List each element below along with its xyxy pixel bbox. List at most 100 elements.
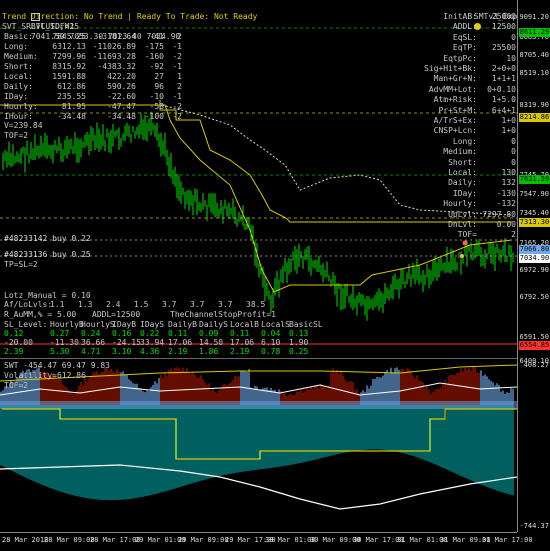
stats-cell: 81.95 — [61, 102, 86, 111]
price-tag: 7034.90 — [519, 254, 550, 263]
price-chart-pane[interactable]: BTCUSD,M15 7041.50 7053.30 7023.40 7034.… — [0, 0, 517, 359]
time-label: 31 Mar 17:00 — [482, 536, 533, 544]
stats-row: Short: 8315.92 -4383.32 -92 -1 — [4, 62, 182, 72]
panel-label: Atm+Risk: — [433, 95, 477, 105]
stats-row: Local: 1591.88 422.20 27 1 — [4, 72, 182, 82]
stats-cell: -2 — [172, 52, 182, 61]
time-label: 30 Mar 01:00 — [265, 536, 316, 544]
time-label: 30 Mar 17:00 — [353, 536, 404, 544]
panel-label: CNSP+Lcn: — [433, 126, 477, 136]
panel-label: Long: — [452, 136, 477, 146]
order-label-1[interactable]: #48233142 buy 0.22 — [4, 234, 91, 244]
price-tag: 8214.86 — [519, 113, 550, 122]
stats-cell: Basic: — [4, 32, 33, 41]
indicator-canvas[interactable] — [0, 359, 517, 532]
panel-label: Medium: — [443, 147, 477, 157]
panel-value: 6+4+1 — [491, 105, 516, 115]
stats-cell: 590.26 — [107, 82, 136, 91]
sl-cell: 2.19 — [168, 347, 188, 356]
af-lo-value: 3.7 — [190, 300, 205, 309]
panel-value: 1+0 — [501, 126, 516, 136]
panel-value: 0 — [511, 157, 516, 167]
stats-cell: -92 — [149, 62, 164, 71]
price-scale-label: 9091.20 — [519, 13, 549, 21]
stats-cell: -4383.32 — [97, 62, 136, 71]
volatility-label: Volatility=612.86 — [4, 371, 86, 380]
v-value: V=239.84 — [4, 121, 43, 130]
stats-cell: -41 — [149, 32, 164, 41]
sl-cell: 2.19 — [230, 347, 250, 356]
panel-label: Sig+Hit+Bk: — [424, 64, 477, 73]
stats-cell: 1 — [177, 72, 182, 81]
stats-cell: 8315.92 — [52, 62, 86, 71]
panel-label: EqSL: — [452, 32, 477, 42]
sl-cell: 1.86 — [199, 347, 219, 356]
af-lo-value: 3.7 — [162, 300, 177, 309]
af-lo-levels-row: Af/LoLvls:1.1 1.3 2.4 1.5 3.7 3.7 3.7 38.5 — [4, 300, 274, 310]
panel-label: Daily: — [448, 178, 477, 188]
panel-label: InitAB: — [443, 12, 477, 21]
panel-label: EqTP: — [452, 43, 477, 53]
stats-cell: 2 — [177, 82, 182, 91]
stats-cell: Local: — [4, 72, 33, 81]
panel-value: -132 — [496, 199, 516, 209]
time-label: 28 Mar 2018 — [2, 536, 49, 544]
stats-cell: -47.47 — [107, 102, 136, 111]
price-scale-label: 6792.50 — [519, 293, 549, 301]
stats-cell: 2 — [177, 32, 182, 41]
panel-label: AdvMM+Lot: — [428, 84, 477, 94]
stats-cell: 235.55 — [57, 92, 86, 101]
stats-cell: IDay: — [4, 92, 29, 101]
sl-cell: 2.39 — [4, 347, 24, 356]
stats-cell: 27 — [154, 72, 164, 81]
trade-marker — [460, 254, 464, 258]
ready-label: Ready To Trade: — [136, 12, 210, 21]
time-label: 29 Mar 09:00 — [178, 536, 229, 544]
price-tag: 7313.30 — [519, 218, 550, 227]
stats-cell: Medium: — [4, 52, 38, 61]
indicator-title: SWT -454.47 69.47 9.83 — [4, 361, 110, 370]
panel-value: 12500 — [491, 22, 516, 32]
stats-cell: -34.48 — [107, 112, 136, 121]
price-scale[interactable]: 9091.208883.708705.408519.108319.907745.… — [517, 0, 550, 532]
trend-status-line: Trend Direction: No Trend | Ready To Tra… — [2, 12, 257, 22]
af-lo-value: 3.7 — [218, 300, 233, 309]
price-tag: 7631.59 — [519, 175, 550, 184]
price-scale-label: 7547.90 — [519, 190, 549, 198]
af-lo-value: 1.3 — [78, 300, 93, 309]
panel-label: UpLvl: — [448, 209, 477, 219]
panel-value: 25000 — [491, 12, 516, 21]
srlvl-subtitle: SVT_SRLvl_TOF=2 — [2, 22, 75, 31]
price-tag: 8611.29 — [519, 28, 550, 37]
time-label: 28 Mar 17:00 — [90, 536, 141, 544]
stats-cell: -58 — [149, 102, 164, 111]
stats-row: Long: 6312.13 -11026.89 -175 -1 — [4, 42, 182, 52]
price-scale-label: 6591.50 — [519, 333, 549, 341]
panel-label: Local: — [448, 168, 477, 177]
panel-label: IDay: — [452, 188, 477, 198]
stats-cell: 7845.25 — [52, 32, 86, 41]
stats-cell: 612.86 — [57, 82, 86, 91]
af-lo-value: 2.4 — [106, 300, 121, 309]
price-tag: 7066.80 — [519, 245, 550, 254]
order-label-2[interactable]: #48233136 buy 0.25 — [4, 250, 91, 260]
panel-value: 7297.80 — [482, 209, 516, 219]
stats-cell: -175 — [144, 42, 164, 51]
panel-value: 10 — [506, 53, 516, 63]
stats-row: Daily: 612.86 590.26 96 2 — [4, 82, 182, 92]
indicator-pane[interactable]: SWT -454.47 69.47 9.83 Volatility=612.86… — [0, 359, 517, 532]
panel-label: TOF= — [457, 230, 477, 240]
price-scale-label: 8319.90 — [519, 101, 549, 109]
stats-cell: Daily: — [4, 82, 33, 91]
stats-cell: -100 — [144, 112, 164, 121]
terminal-window: BTCUSD,M15 7041.50 7053.30 7023.40 7034.… — [0, 0, 550, 550]
price-scale-label: 8705.40 — [519, 51, 549, 59]
sl-cell: 5.30 — [50, 347, 70, 356]
indicator-scale-top: 408.27 — [523, 361, 549, 369]
trade-marker — [462, 240, 468, 246]
stats-cell: 96 — [154, 82, 164, 91]
panel-value: 0 — [511, 147, 516, 157]
trend-direction-value: No Trend — [83, 12, 123, 21]
sl-cell: 0.78 — [261, 347, 281, 356]
time-axis[interactable]: 28 Mar 2018 28 Mar 09:00 28 Mar 17:00 29 Ma… — [0, 532, 533, 551]
